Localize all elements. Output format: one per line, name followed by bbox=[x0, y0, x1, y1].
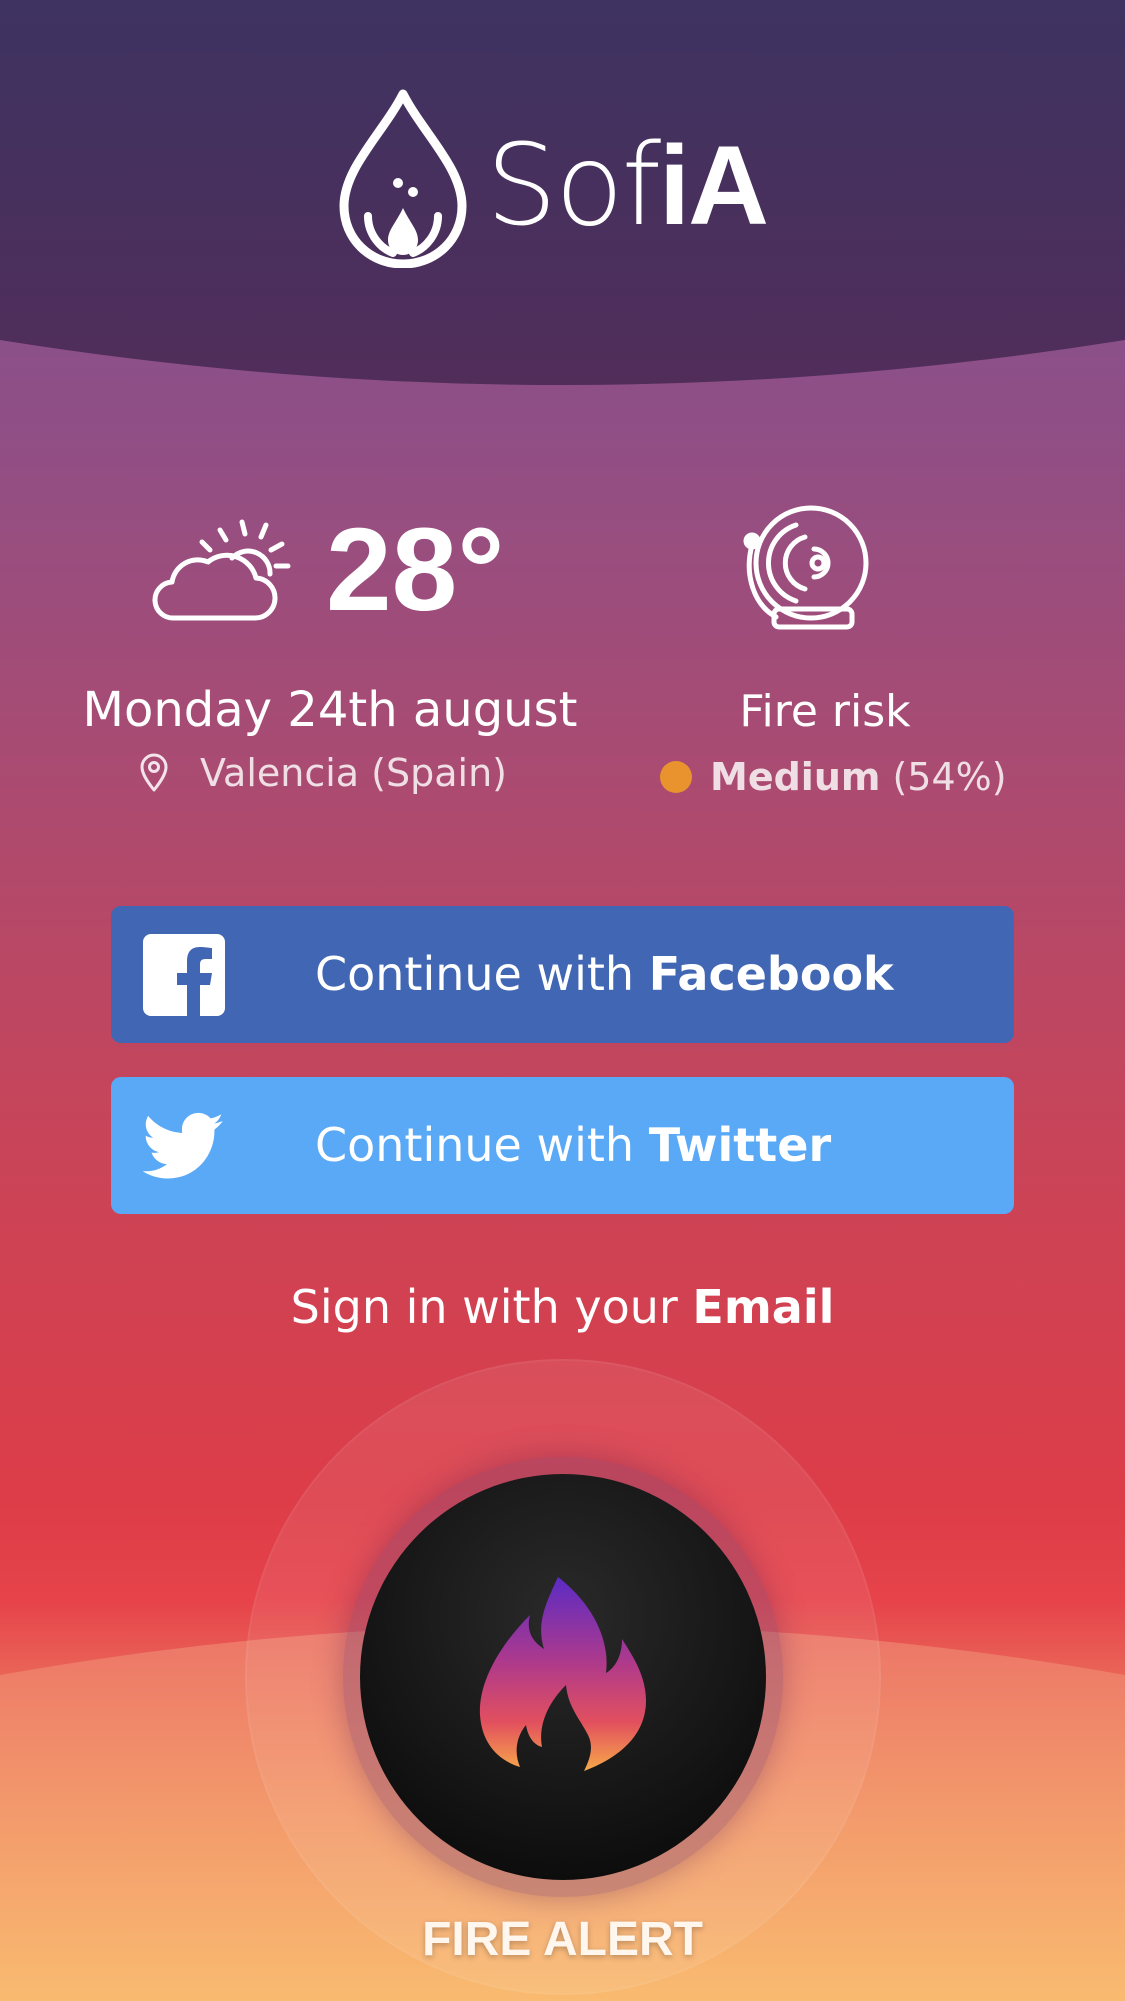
email-link-prefix: Sign in with your bbox=[290, 1280, 693, 1334]
partly-cloudy-icon bbox=[152, 519, 291, 621]
continue-with-facebook-button[interactable]: Continue with Facebook bbox=[111, 906, 1014, 1043]
email-link-brand: Email bbox=[692, 1280, 835, 1334]
twitter-icon bbox=[143, 1112, 224, 1179]
fire-alert-label: FIRE ALERT bbox=[422, 1913, 703, 1966]
risk-indicator-dot bbox=[660, 761, 692, 793]
current-date: Monday 24th august bbox=[82, 682, 578, 738]
alarm-bell-icon bbox=[743, 505, 869, 630]
app-name-bold: iA bbox=[659, 123, 769, 248]
fire-risk-percent: (54%) bbox=[892, 755, 1007, 799]
temperature: 28° bbox=[326, 504, 505, 636]
fire-risk-status: Medium (54%) bbox=[660, 752, 1007, 802]
location-text: Valencia (Spain) bbox=[200, 751, 507, 795]
location: Valencia (Spain) bbox=[138, 748, 507, 798]
logo-drop-icon bbox=[339, 89, 467, 268]
app-name-thin: Sof bbox=[486, 121, 661, 251]
flame-icon bbox=[479, 1577, 646, 1771]
twitter-button-brand: Twitter bbox=[648, 1118, 832, 1172]
twitter-button-label: Continue with Twitter bbox=[315, 1077, 831, 1214]
facebook-icon bbox=[143, 934, 225, 1016]
fire-risk-level: Medium bbox=[710, 755, 881, 799]
app-logo: SofiA bbox=[338, 88, 788, 268]
app-name: SofiA bbox=[486, 130, 769, 243]
twitter-button-prefix: Continue with bbox=[315, 1118, 649, 1172]
fire-risk-label: Fire risk bbox=[739, 686, 911, 737]
facebook-button-brand: Facebook bbox=[648, 947, 894, 1001]
sign-in-with-email-link[interactable]: Sign in with your Email bbox=[200, 1272, 925, 1342]
map-pin-icon bbox=[140, 753, 168, 792]
continue-with-twitter-button[interactable]: Continue with Twitter bbox=[111, 1077, 1014, 1214]
facebook-button-prefix: Continue with bbox=[315, 947, 649, 1001]
facebook-button-label: Continue with Facebook bbox=[315, 906, 894, 1043]
